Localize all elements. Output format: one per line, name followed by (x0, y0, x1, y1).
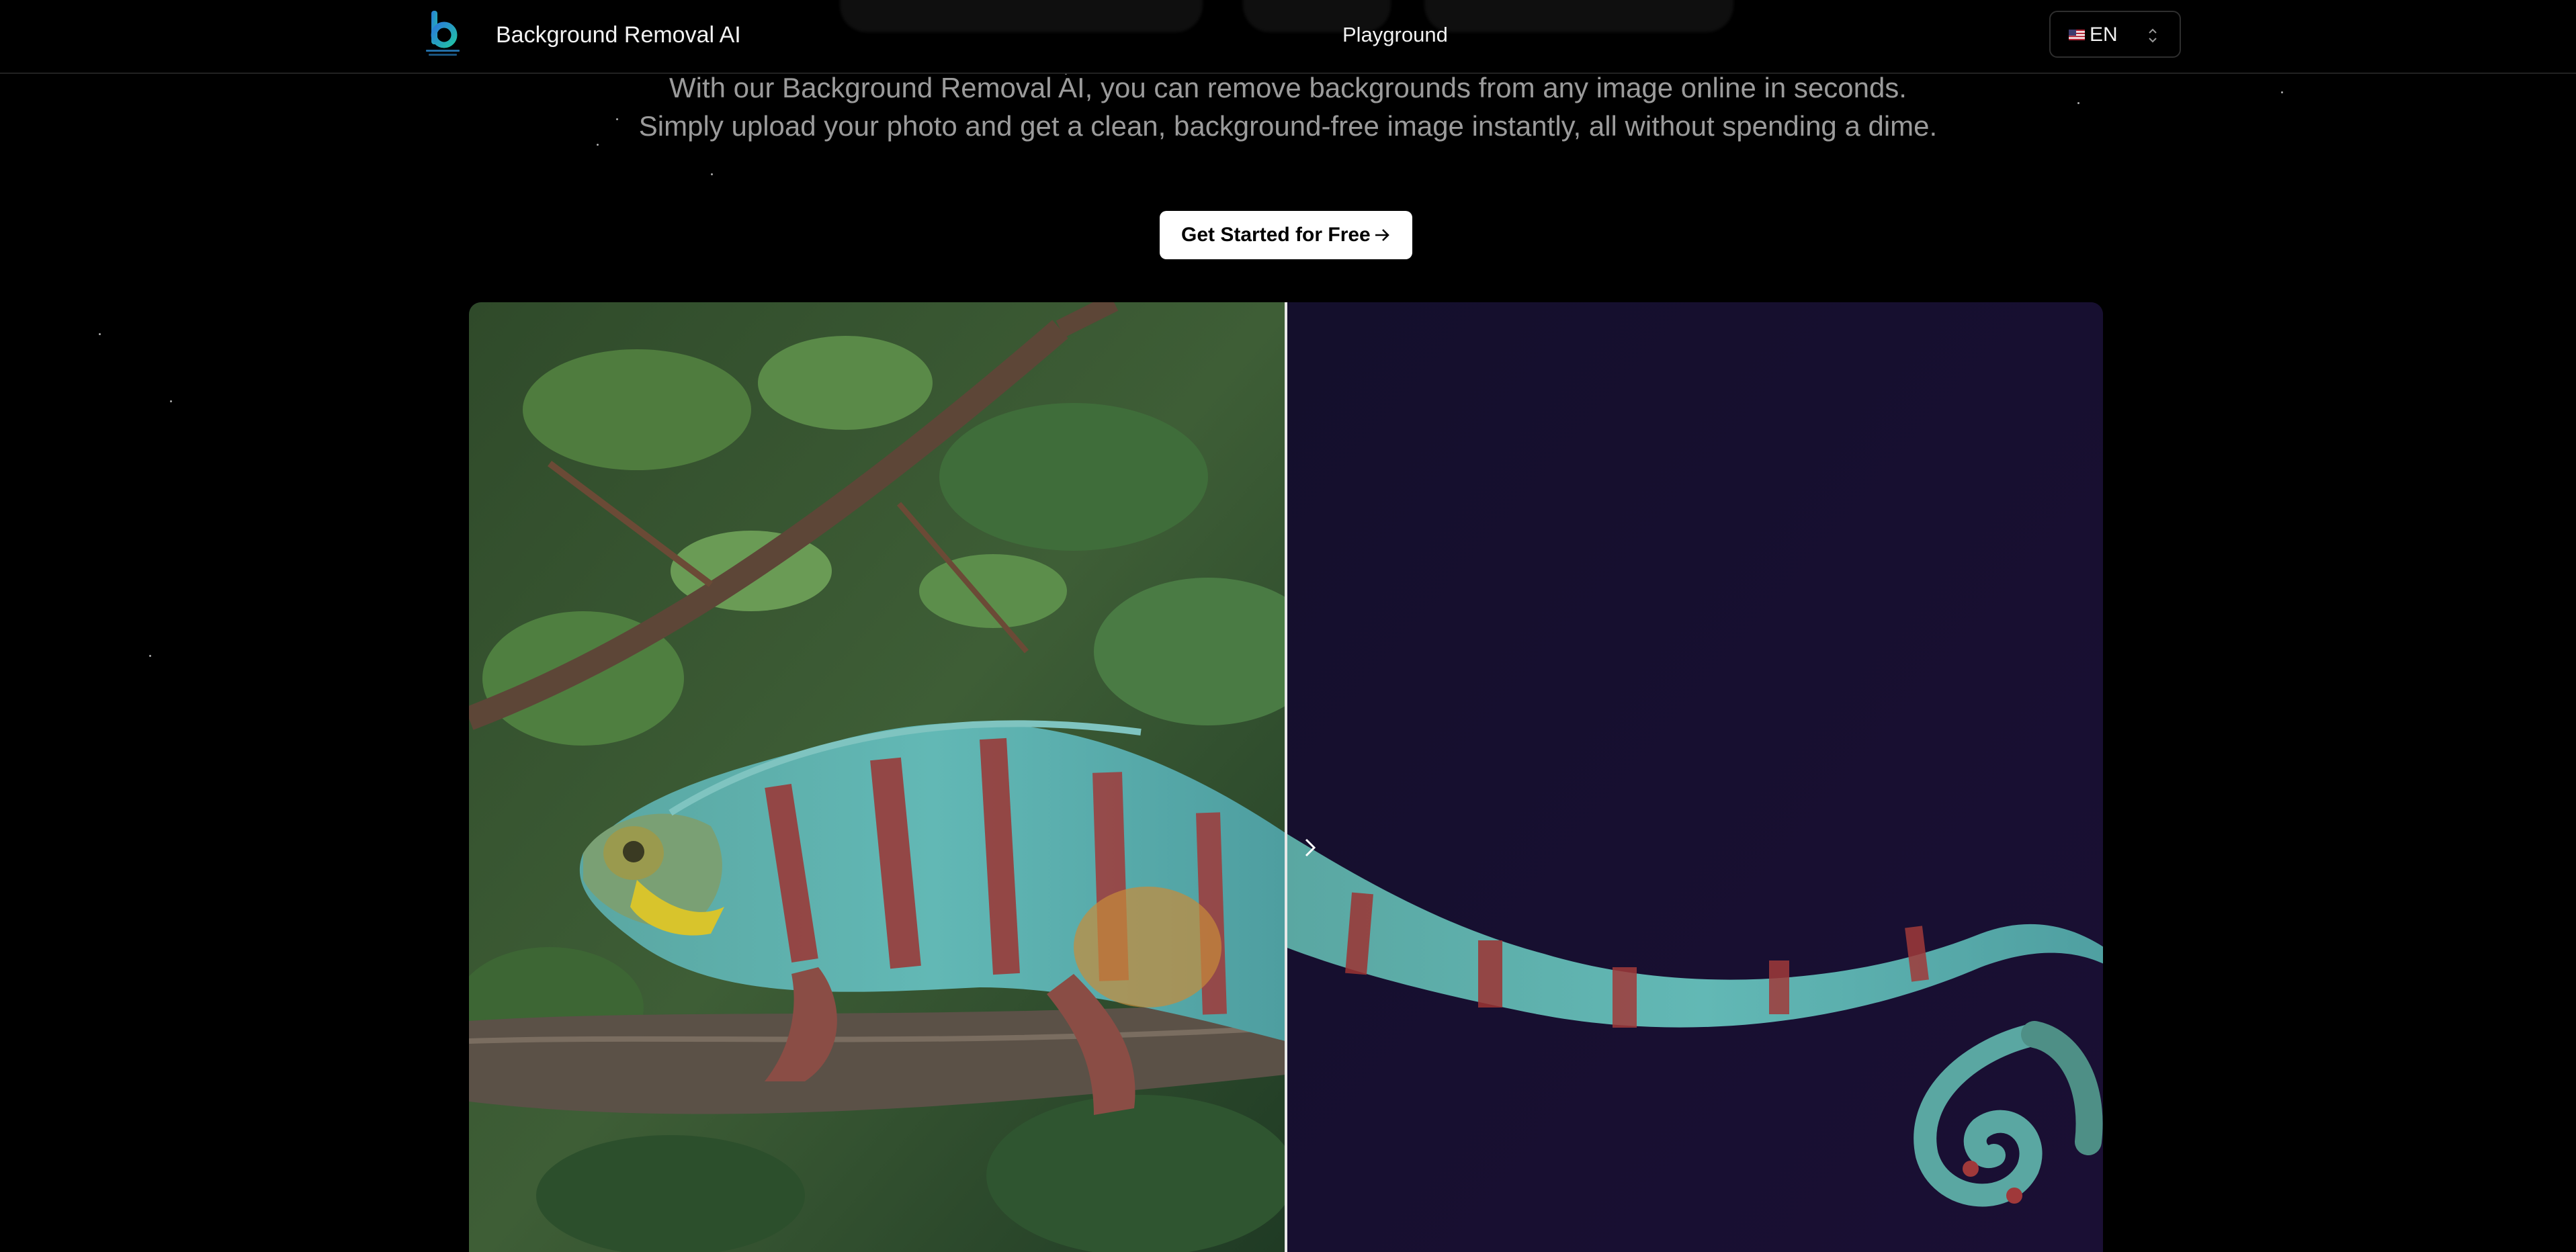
get-started-label: Get Started for Free (1181, 224, 1371, 246)
hero-subtitle-line-1: With our Background Removal AI, you can … (669, 72, 1907, 103)
get-started-button[interactable]: Get Started for Free (1160, 211, 1412, 259)
nav-link-playground[interactable]: Playground (1342, 19, 1448, 51)
language-selector[interactable]: EN (2049, 11, 2181, 58)
before-after-comparison[interactable] (469, 302, 2103, 1252)
logo-icon[interactable] (422, 8, 464, 58)
comparison-divider[interactable] (1285, 302, 1287, 1252)
hero-subtitle: With our Background Removal AI, you can … (0, 69, 2576, 145)
language-code: EN (2090, 24, 2118, 46)
brand-name[interactable]: Background Removal AI (496, 19, 741, 51)
chevron-right-icon[interactable] (1295, 833, 1325, 862)
page: Background Removal AI Playground EN With… (0, 0, 2576, 1252)
chevron-up-down-icon (2149, 28, 2157, 43)
flag-us-icon (2069, 30, 2085, 40)
navbar: Background Removal AI Playground EN (0, 0, 2576, 74)
hero-subtitle-line-2: Simply upload your photo and get a clean… (638, 110, 1938, 142)
arrow-right-icon (1375, 229, 1389, 241)
